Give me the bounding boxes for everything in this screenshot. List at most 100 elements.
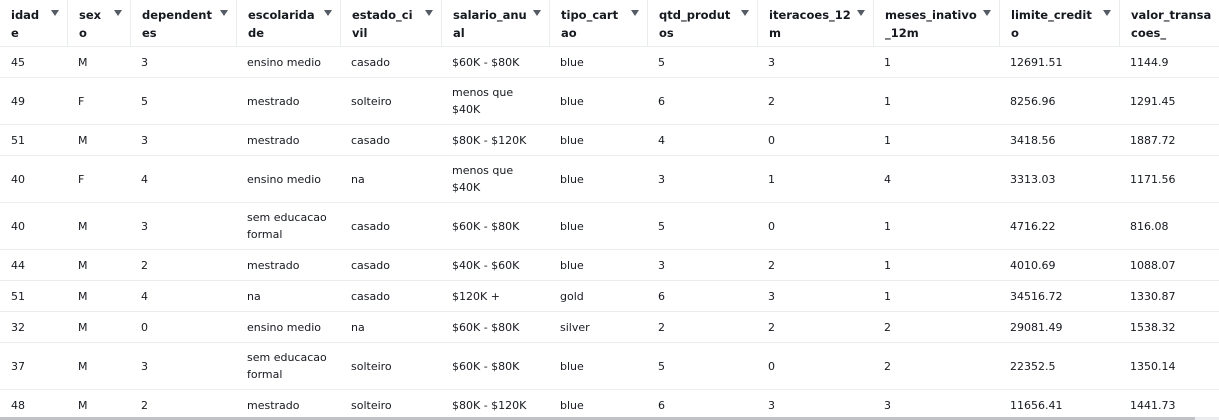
column-header-label: escolaridade	[248, 8, 315, 40]
cell-tipo_cartao: blue	[549, 249, 647, 281]
cell-estado_civil: casado	[340, 249, 441, 281]
cell-tipo_cartao: blue	[549, 155, 647, 203]
column-header-valor_transacoes[interactable]: valor_transacoes_	[1119, 0, 1219, 47]
column-header-dependentes[interactable]: dependentes	[130, 0, 236, 47]
cell-idade: 32	[0, 311, 67, 343]
cell-escolaridade: mestrado	[236, 389, 340, 420]
cell-qtd_produtos: 4	[647, 124, 757, 156]
cell-dependentes: 3	[130, 202, 236, 250]
cell-qtd_produtos: 6	[647, 280, 757, 312]
cell-iteracoes_12m: 3	[757, 389, 873, 420]
caret-down-icon[interactable]	[220, 10, 228, 16]
caret-down-icon[interactable]	[425, 10, 433, 16]
cell-dependentes: 5	[130, 77, 236, 125]
column-header-cell[interactable]: meses_inativo_12m	[873, 0, 999, 46]
cell-idade: 45	[0, 46, 67, 78]
column-header-sexo[interactable]: sexo	[67, 0, 130, 47]
cell-sexo: M	[67, 124, 130, 156]
column-header-label: salario_anual	[453, 8, 527, 40]
cell-iteracoes_12m: 1	[757, 155, 873, 203]
cell-valor_transacoes: 1538.32	[1119, 311, 1219, 343]
column-header-cell[interactable]: valor_transacoes_	[1119, 0, 1219, 46]
column-header-cell[interactable]: iteracoes_12m	[757, 0, 873, 46]
cell-sexo: M	[67, 389, 130, 420]
cell-sexo: M	[67, 342, 130, 390]
column-header-cell[interactable]: dependentes	[130, 0, 236, 46]
cell-meses_inativo_12m: 1	[873, 202, 999, 250]
cell-dependentes: 0	[130, 311, 236, 343]
cell-escolaridade: ensino medio	[236, 155, 340, 203]
cell-iteracoes_12m: 2	[757, 249, 873, 281]
cell-iteracoes_12m: 3	[757, 280, 873, 312]
column-header-cell[interactable]: sexo	[67, 0, 130, 46]
cell-valor_transacoes: 1291.45	[1119, 77, 1219, 125]
column-header-estado_civil[interactable]: estado_civil	[340, 0, 441, 47]
column-header-cell[interactable]: tipo_cartao	[549, 0, 647, 46]
column-header-cell[interactable]: idade	[0, 0, 67, 46]
cell-valor_transacoes: 1441.73	[1119, 389, 1219, 420]
column-header-qtd_produtos[interactable]: qtd_produtos	[647, 0, 757, 47]
cell-meses_inativo_12m: 1	[873, 124, 999, 156]
column-header-tipo_cartao[interactable]: tipo_cartao	[549, 0, 647, 47]
cell-estado_civil: solteiro	[340, 342, 441, 390]
caret-down-icon[interactable]	[533, 10, 541, 16]
cell-escolaridade: na	[236, 280, 340, 312]
cell-qtd_produtos: 5	[647, 202, 757, 250]
cell-limite_credito: 8256.96	[999, 77, 1119, 125]
column-header-escolaridade[interactable]: escolaridade	[236, 0, 340, 47]
caret-down-icon[interactable]	[983, 10, 991, 16]
cell-salario_anual: $60K - $80K	[441, 46, 549, 78]
cell-limite_credito: 22352.5	[999, 342, 1119, 390]
column-header-idade[interactable]: idade	[0, 0, 67, 47]
cell-salario_anual: $60K - $80K	[441, 202, 549, 250]
column-header-limite_credito[interactable]: limite_credito	[999, 0, 1119, 47]
cell-iteracoes_12m: 0	[757, 342, 873, 390]
cell-estado_civil: na	[340, 155, 441, 203]
cell-meses_inativo_12m: 3	[873, 389, 999, 420]
cell-meses_inativo_12m: 2	[873, 342, 999, 390]
column-header-meses_inativo_12m[interactable]: meses_inativo_12m	[873, 0, 999, 47]
column-header-salario_anual[interactable]: salario_anual	[441, 0, 549, 47]
table-row: 45 M 3 ensino medio casado $60K - $80K blue 5 3 1…	[0, 46, 1219, 78]
cell-tipo_cartao: blue	[549, 342, 647, 390]
cell-tipo_cartao: blue	[549, 389, 647, 420]
cell-qtd_produtos: 3	[647, 155, 757, 203]
cell-salario_anual: $80K - $120K	[441, 124, 549, 156]
cell-limite_credito: 3313.03	[999, 155, 1119, 203]
caret-down-icon[interactable]	[114, 10, 122, 16]
column-header-cell[interactable]: salario_anual	[441, 0, 549, 46]
column-header-cell[interactable]: qtd_produtos	[647, 0, 757, 46]
table-body: 45 M 3 ensino medio casado $60K - $80K blue 5 3 1…	[0, 46, 1219, 420]
cell-escolaridade: mestrado	[236, 124, 340, 156]
caret-down-icon[interactable]	[51, 10, 59, 16]
cell-dependentes: 4	[130, 280, 236, 312]
cell-sexo: M	[67, 249, 130, 281]
cell-salario_anual: $60K - $80K	[441, 342, 549, 390]
caret-down-icon[interactable]	[324, 10, 332, 16]
column-header-label: valor_transacoes_	[1131, 8, 1212, 40]
cell-qtd_produtos: 6	[647, 77, 757, 125]
cell-valor_transacoes: 816.08	[1119, 202, 1219, 250]
cell-limite_credito: 12691.51	[999, 46, 1119, 78]
cell-meses_inativo_12m: 2	[873, 311, 999, 343]
cell-idade: 48	[0, 389, 67, 420]
table-row: 49 F 5 mestrado solteiro menos que $40K blue 6 2…	[0, 77, 1219, 125]
cell-tipo_cartao: gold	[549, 280, 647, 312]
column-header-cell[interactable]: escolaridade	[236, 0, 340, 46]
cell-meses_inativo_12m: 4	[873, 155, 999, 203]
cell-tipo_cartao: blue	[549, 77, 647, 125]
column-header-iteracoes_12m[interactable]: iteracoes_12m	[757, 0, 873, 47]
column-header-label: dependentes	[142, 8, 212, 40]
cell-valor_transacoes: 1144.9	[1119, 46, 1219, 78]
cell-estado_civil: casado	[340, 124, 441, 156]
cell-estado_civil: na	[340, 311, 441, 343]
caret-down-icon[interactable]	[741, 10, 749, 16]
cell-limite_credito: 4010.69	[999, 249, 1119, 281]
column-header-cell[interactable]: limite_credito	[999, 0, 1119, 46]
caret-down-icon[interactable]	[631, 10, 639, 16]
caret-down-icon[interactable]	[857, 10, 865, 16]
column-header-cell[interactable]: estado_civil	[340, 0, 441, 46]
cell-iteracoes_12m: 2	[757, 77, 873, 125]
caret-down-icon[interactable]	[1103, 10, 1111, 16]
column-header-label: tipo_cartao	[561, 8, 619, 40]
